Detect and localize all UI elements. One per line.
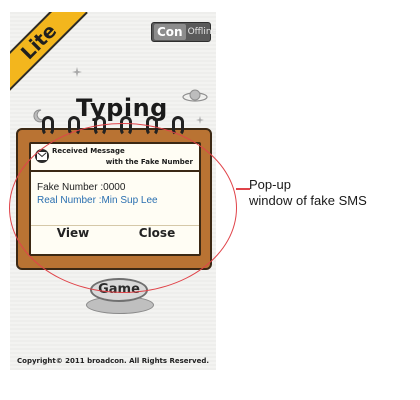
- lite-badge: Lite: [10, 12, 88, 91]
- ring-icon: [42, 116, 54, 136]
- annotation-label: Pop-up window of fake SMS: [249, 177, 367, 209]
- annotation-line-1: Pop-up: [249, 177, 291, 192]
- connection-off-label: Offline: [187, 27, 216, 37]
- connection-on-label: Con: [154, 24, 186, 40]
- star-icon: [72, 67, 82, 77]
- highlight-circle: [9, 123, 237, 293]
- annotation-connector-line: [236, 188, 250, 190]
- copyright-text: Copyright© 2011 broadcon. All Rights Res…: [17, 357, 209, 365]
- annotation-line-2: window of fake SMS: [249, 193, 367, 208]
- connection-toggle[interactable]: Con Offline: [151, 22, 216, 42]
- planet-icon: [182, 89, 208, 102]
